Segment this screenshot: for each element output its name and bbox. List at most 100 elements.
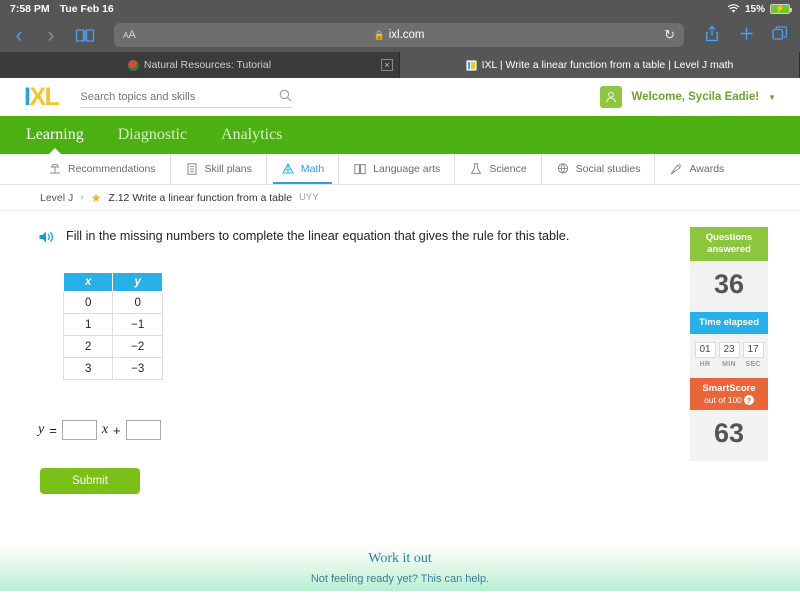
smartscore-header: SmartScore out of 100?: [690, 377, 768, 411]
search-input[interactable]: [80, 90, 280, 103]
subnav-item-recommendations[interactable]: Recommendations: [34, 154, 171, 184]
search-box[interactable]: [80, 86, 293, 108]
address-bar[interactable]: AA 🔒 ixl.com ↻: [114, 23, 684, 47]
equation-row: y = x +: [38, 420, 670, 440]
subnav-item-awards-label: Awards: [689, 163, 725, 175]
nav-item-diagnostic[interactable]: Diagnostic: [118, 116, 187, 154]
breadcrumb-level[interactable]: Level J: [40, 192, 73, 204]
star-icon[interactable]: ★: [91, 191, 102, 205]
submit-button[interactable]: Submit: [40, 468, 140, 494]
nav-item-learning-label: Learning: [26, 126, 84, 143]
table-row: 1 −1: [62, 313, 163, 336]
site-header: IXL Welcome, Sycila Eadie! ▼: [0, 78, 800, 116]
subnav-item-skill-plans-label: Skill plans: [204, 163, 252, 175]
cell-x-2: 2: [62, 335, 114, 358]
slope-input[interactable]: [61, 420, 97, 440]
skill-plans-icon: [185, 162, 199, 176]
timer-seconds-label: SEC: [745, 360, 761, 368]
work-it-out-subtitle: Not feeling ready yet? This can help.: [310, 573, 490, 585]
subnav-item-skill-plans[interactable]: Skill plans: [171, 154, 267, 184]
smartscore-title: SmartScore: [702, 382, 756, 394]
subnav-item-math-label: Math: [300, 163, 325, 175]
stats-panel: Questions answered 36 Time elapsed 01 HR…: [690, 227, 768, 591]
breadcrumb-skill-title: Z.12 Write a linear function from a tabl…: [108, 191, 293, 204]
smartscore-subtitle: out of 100: [704, 394, 742, 405]
browser-tab-1[interactable]: Natural Resources: Tutorial ×: [0, 52, 400, 78]
reader-size-button[interactable]: AA: [123, 29, 136, 41]
battery-charging-icon: ⚡: [770, 4, 792, 14]
subnav-item-social-studies[interactable]: Social studies: [542, 154, 656, 184]
nav-item-diagnostic-label: Diagnostic: [117, 126, 188, 143]
wifi-icon: [727, 4, 740, 14]
tabs-overview-icon[interactable]: [770, 25, 790, 45]
subnav-item-language-arts-label: Language arts: [373, 163, 441, 175]
status-date: Tue Feb 16: [59, 3, 114, 15]
nav-item-learning[interactable]: Learning: [26, 116, 84, 154]
question-column: Fill in the missing numbers to complete …: [0, 227, 690, 591]
speaker-icon[interactable]: [38, 229, 56, 250]
close-icon[interactable]: ×: [381, 59, 393, 71]
timer-minutes-label: MIN: [722, 360, 736, 368]
share-icon[interactable]: [702, 24, 722, 46]
smartscore-value: 63: [690, 410, 768, 462]
time-elapsed-header: Time elapsed: [690, 311, 768, 334]
globe-favicon-icon: [127, 59, 139, 71]
url-text: ixl.com: [388, 29, 425, 41]
timer-hours-label: HR: [699, 360, 711, 368]
subnav-item-awards[interactable]: Awards: [655, 154, 738, 184]
cell-y-2: −2: [112, 335, 163, 358]
questions-answered-value: 36: [690, 260, 768, 312]
reload-icon[interactable]: ↻: [664, 27, 675, 43]
time-elapsed-value: 01 HR 23 MIN 17 SEC: [690, 333, 768, 378]
battery-percent-label: 15%: [744, 3, 765, 15]
browser-tab-2[interactable]: IXL | Write a linear function from a tab…: [400, 52, 800, 78]
intercept-input[interactable]: [125, 420, 161, 440]
main-nav: Learning Diagnostic Analytics: [0, 116, 800, 154]
nav-item-analytics-label: Analytics: [221, 126, 283, 143]
ixl-page: IXL Welcome, Sycila Eadie! ▼ L: [0, 78, 800, 591]
browser-tab-2-title: IXL | Write a linear function from a tab…: [481, 59, 734, 71]
subnav-item-science[interactable]: Science: [455, 154, 542, 184]
cell-x-1: 1: [62, 313, 114, 336]
questions-answered-header: Questions answered: [690, 227, 768, 261]
table-header-y: y: [112, 272, 163, 292]
logo-letters-xl: XL: [29, 82, 59, 111]
ixl-logo[interactable]: I XL: [24, 82, 60, 112]
cell-y-1: −1: [112, 313, 163, 336]
chevron-down-icon[interactable]: ▼: [768, 93, 776, 102]
work-it-out-section[interactable]: Work it out Not feeling ready yet? This …: [0, 543, 800, 591]
subnav-item-social-studies-label: Social studies: [575, 163, 641, 175]
help-icon[interactable]: ?: [743, 395, 754, 406]
forward-button[interactable]: ›: [42, 25, 60, 46]
back-button[interactable]: ‹: [10, 25, 28, 46]
new-tab-icon[interactable]: [736, 26, 756, 45]
question-line: Fill in the missing numbers to complete …: [38, 227, 598, 250]
social-studies-icon: [556, 162, 570, 176]
question-text: Fill in the missing numbers to complete …: [66, 229, 570, 243]
cell-y-0: 0: [112, 291, 163, 314]
nav-item-analytics[interactable]: Analytics: [221, 116, 282, 154]
bookmarks-icon[interactable]: [74, 28, 96, 43]
equation-plus: +: [113, 422, 121, 438]
search-icon[interactable]: [279, 89, 292, 105]
chevron-right-icon: ›: [80, 192, 84, 203]
breadcrumb: Level J › ★ Z.12 Write a linear function…: [0, 185, 800, 211]
math-icon: [281, 162, 295, 176]
equation-equals: =: [49, 422, 57, 438]
main-content: Fill in the missing numbers to complete …: [0, 211, 800, 591]
account-menu[interactable]: Welcome, Sycila Eadie! ▼: [600, 86, 776, 108]
cell-x-3: 3: [62, 357, 114, 380]
xy-table: x y 0 0 1 −1 2 −2 3 −3: [62, 272, 163, 380]
subnav-item-math[interactable]: Math: [267, 154, 340, 184]
table-row: 3 −3: [62, 357, 163, 380]
welcome-text: Welcome, Sycila Eadie!: [631, 91, 760, 103]
work-it-out-title: Work it out: [368, 551, 432, 566]
awards-icon: [669, 162, 683, 176]
equation-variable: x: [101, 422, 109, 437]
cell-y-3: −3: [112, 357, 163, 380]
user-avatar-icon: [600, 86, 623, 108]
table-row: 0 0: [62, 291, 163, 314]
subnav-item-recommendations-label: Recommendations: [68, 163, 156, 175]
subnav-item-language-arts[interactable]: Language arts: [339, 154, 456, 184]
ixl-favicon-icon: [465, 59, 477, 71]
